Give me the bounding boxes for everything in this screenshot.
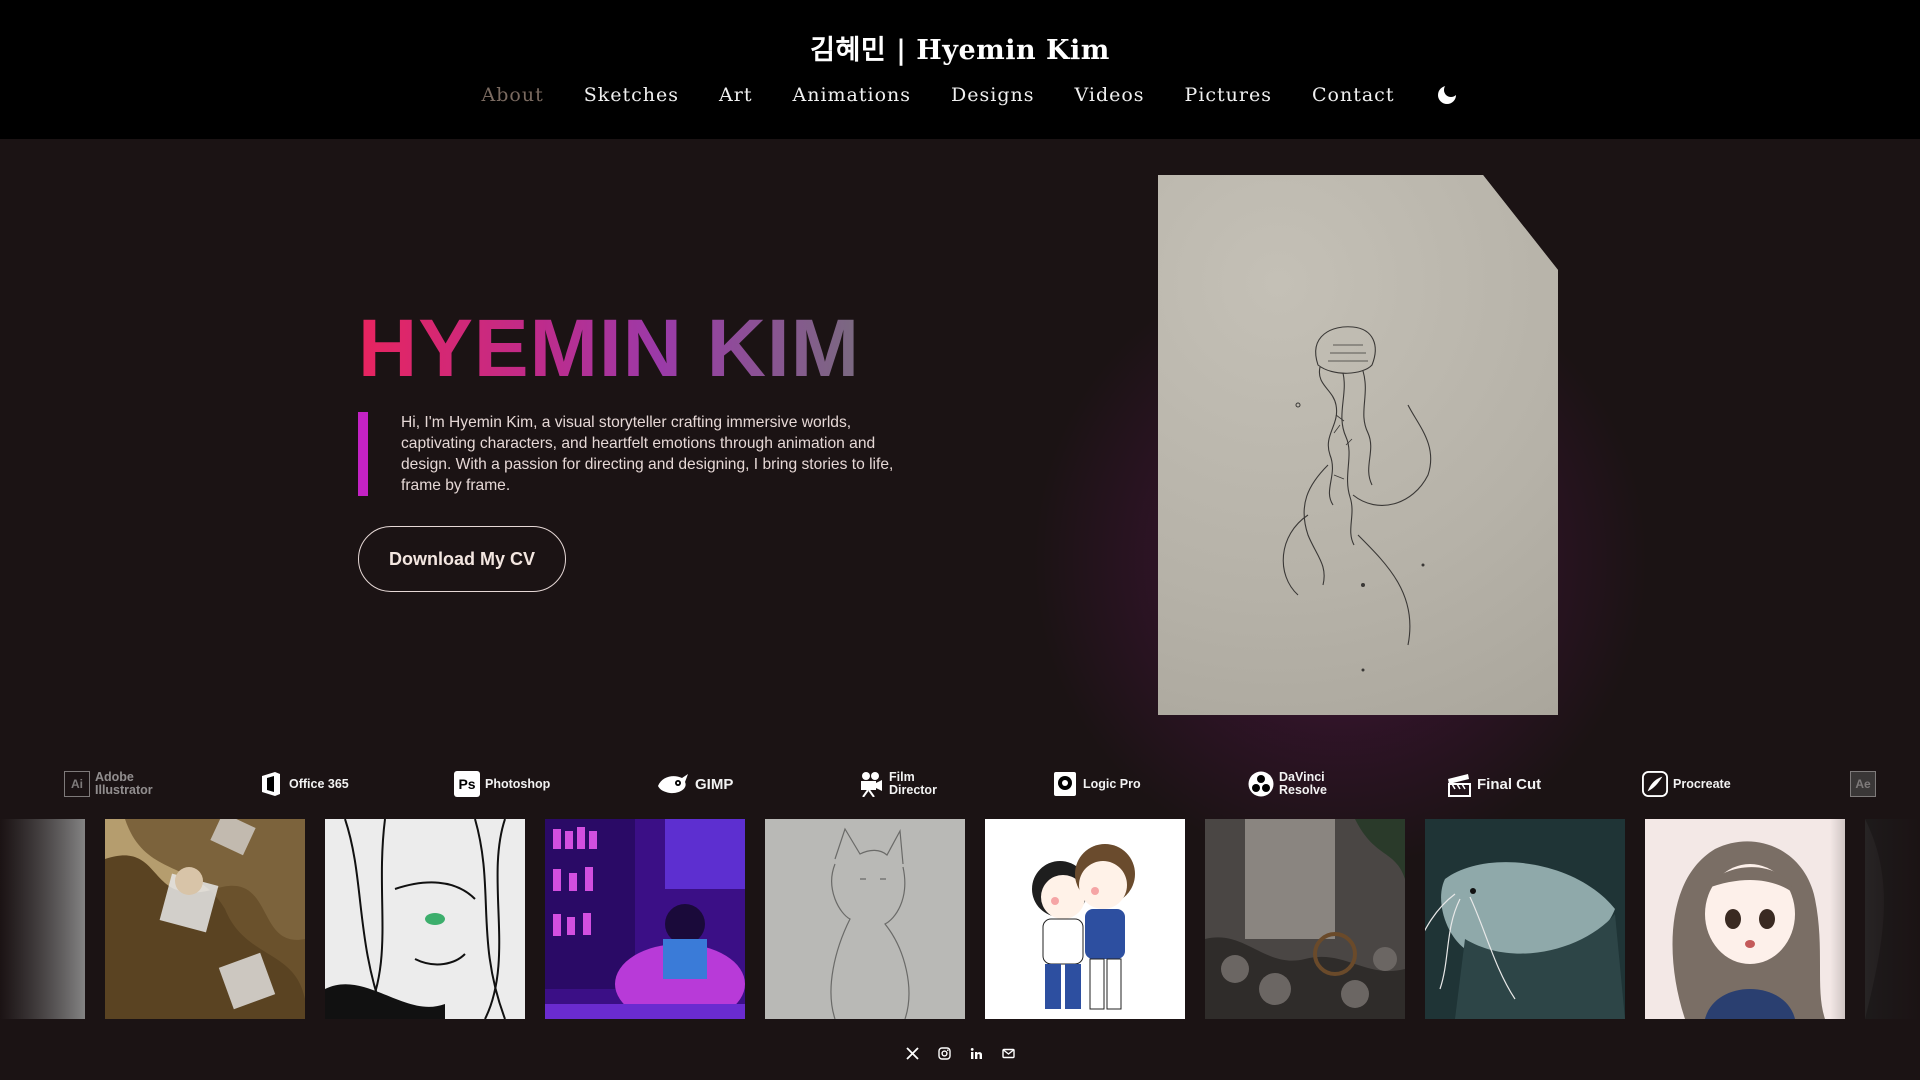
gallery-thumb-8[interactable]: [1425, 819, 1625, 1019]
nav-videos[interactable]: Videos: [1074, 84, 1144, 106]
hero-bio: Hi, I'm Hyemin Kim, a visual storyteller…: [401, 414, 894, 494]
tool-label: Office 365: [289, 776, 349, 791]
tool-gimp: GIMP: [656, 766, 733, 802]
illustrator-icon: Ai: [64, 771, 90, 797]
tool-procreate: Procreate: [1642, 766, 1731, 802]
procreate-icon: [1642, 771, 1668, 797]
clapperboard-icon: [1446, 771, 1472, 797]
tool-film-director: Film Director: [858, 766, 941, 802]
tool-label: GIMP: [695, 775, 734, 793]
jellyfish-sketch-card: [1158, 175, 1558, 715]
logic-pro-icon: [1052, 771, 1078, 797]
tool-final-cut: Final Cut: [1446, 766, 1541, 802]
tool-label: Final Cut: [1477, 775, 1542, 793]
nav-art[interactable]: Art: [719, 84, 752, 106]
bio-accent-bar: [358, 412, 368, 496]
x-icon[interactable]: [905, 1046, 919, 1060]
after-effects-icon: Ae: [1850, 771, 1876, 797]
gimp-icon: [656, 771, 690, 797]
gallery-thumb-2[interactable]: [105, 819, 305, 1019]
hero-name: HYEMIN KIM: [358, 303, 860, 394]
social-links: [0, 1046, 1920, 1060]
jellyfish-sketch: [1282, 326, 1432, 672]
tool-label: Film Director: [889, 770, 937, 797]
nav-sketches[interactable]: Sketches: [584, 84, 679, 106]
tool-logic-pro: Logic Pro: [1052, 766, 1141, 802]
site-header: 김혜민 | Hyemin Kim About Sketches Art Anim…: [0, 0, 1920, 139]
nav-designs[interactable]: Designs: [951, 84, 1034, 106]
moon-icon[interactable]: [1436, 83, 1459, 106]
gallery-thumb-1[interactable]: [0, 819, 85, 1019]
tool-label: Logic Pro: [1083, 776, 1141, 791]
gallery-thumb-7[interactable]: [1205, 819, 1405, 1019]
linkedin-icon[interactable]: [969, 1046, 983, 1060]
email-icon[interactable]: [1001, 1046, 1015, 1060]
tool-davinci-resolve: DaVinci Resolve: [1248, 766, 1331, 802]
gallery-thumb-4[interactable]: [545, 819, 745, 1019]
nav-contact[interactable]: Contact: [1312, 84, 1394, 106]
tool-label: DaVinci Resolve: [1279, 770, 1327, 797]
office-icon: [258, 771, 284, 797]
tool-photoshop: Ps Photoshop: [454, 766, 550, 802]
tool-after-effects: Ae: [1850, 766, 1876, 802]
tools-strip: Ai Adobe Illustrator Office 365 Ps Photo…: [0, 766, 1920, 802]
tool-label: Procreate: [1673, 776, 1731, 791]
site-title[interactable]: 김혜민 | Hyemin Kim: [0, 28, 1920, 67]
film-camera-icon: [858, 771, 884, 797]
instagram-icon[interactable]: [937, 1046, 951, 1060]
nav-animations[interactable]: Animations: [792, 84, 911, 106]
main-nav: About Sketches Art Animations Designs Vi…: [0, 83, 1920, 106]
download-cv-button[interactable]: Download My CV: [358, 526, 566, 592]
tool-label: Photoshop: [485, 776, 551, 791]
tool-label: Adobe Illustrator: [95, 770, 153, 797]
gallery-thumb-9[interactable]: [1645, 819, 1845, 1019]
nav-about[interactable]: About: [482, 84, 544, 106]
gallery-thumb-5[interactable]: [765, 819, 965, 1019]
tool-adobe-illustrator: Ai Adobe Illustrator: [64, 766, 157, 802]
gallery-thumb-10[interactable]: [1865, 819, 1920, 1019]
tool-office-365: Office 365: [258, 766, 349, 802]
artwork-gallery: [0, 819, 1920, 1019]
nav-pictures[interactable]: Pictures: [1185, 84, 1272, 106]
gallery-thumb-6[interactable]: [985, 819, 1185, 1019]
photoshop-icon: Ps: [454, 771, 480, 797]
davinci-resolve-icon: [1248, 771, 1274, 797]
gallery-thumb-3[interactable]: [325, 819, 525, 1019]
